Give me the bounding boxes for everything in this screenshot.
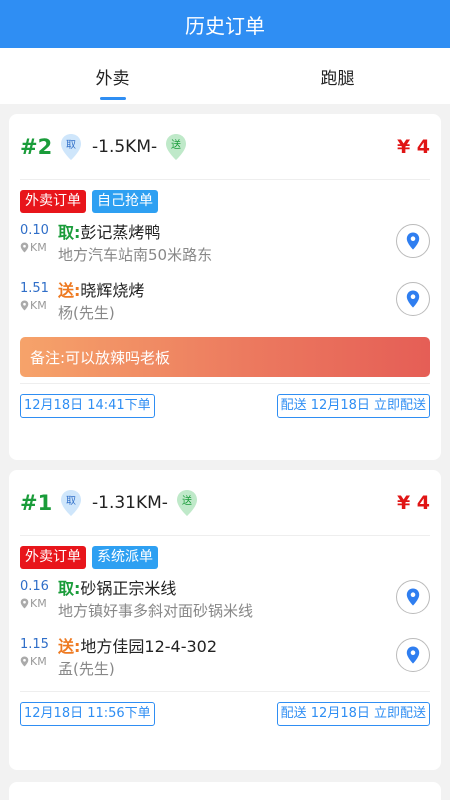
pickup-address: 地方汽车站南50米路东 [58, 246, 213, 264]
pickup-distance: 0.16 [20, 579, 49, 594]
delivery-distance: 1.51 [20, 281, 49, 296]
delivery-navigate-button[interactable] [396, 638, 430, 672]
location-pin-icon [406, 646, 420, 664]
delivery-time-chip: 配送 12月18日 立即配送 [276, 393, 430, 418]
pickup-row: 0.16 KM 取:砂锅正宗米线 地方镇好事多斜对面砂锅米线 [20, 569, 430, 627]
order-header: #1 取 -1.31KM- 送 ¥ 4 [20, 470, 430, 536]
route-distance: -1.5KM- [92, 136, 158, 157]
location-pin-icon [406, 290, 420, 308]
location-small-icon [20, 598, 29, 609]
tab-errand[interactable]: 跑腿 [225, 48, 450, 104]
order-time-chip: 12月18日 11:56下单 [20, 701, 155, 726]
order-footer: 12月18日 14:41下单 配送 12月18日 立即配送 [20, 383, 430, 427]
svg-text:送: 送 [171, 138, 181, 151]
delivery-tag: 送: [58, 637, 81, 656]
delivery-tag: 送: [58, 281, 81, 300]
delivery-pin-icon: 送 [176, 489, 197, 516]
pickup-navigate-button[interactable] [396, 580, 430, 614]
pickup-row: 0.10 KM 取:彭记蒸烤鸭 地方汽车站南50米路东 [20, 213, 430, 271]
order-card[interactable]: #2 取 -1.5KM- 送 ¥ 4 外卖订单 自己抢单 0.10 KM 取:彭… [9, 114, 441, 460]
order-footer: 12月18日 11:56下单 配送 12月18日 立即配送 [20, 691, 430, 735]
order-card-partial[interactable] [9, 782, 441, 800]
delivery-distance: 1.15 [20, 637, 49, 652]
delivery-row: 1.51 KM 送:晓辉烧烤 杨(先生) [20, 271, 430, 329]
delivery-name: 晓辉烧烤 [80, 281, 145, 300]
location-pin-icon [406, 232, 420, 250]
tab-bar: 外卖 跑腿 [0, 48, 450, 104]
dispatch-type-badge: 系统派单 [92, 546, 158, 569]
order-time-chip: 12月18日 14:41下单 [20, 393, 155, 418]
dispatch-type-badge: 自己抢单 [92, 190, 158, 213]
delivery-row: 1.15 KM 送:地方佳园12-4-302 孟(先生) [20, 627, 430, 685]
pickup-navigate-button[interactable] [396, 224, 430, 258]
order-header: #2 取 -1.5KM- 送 ¥ 4 [20, 114, 430, 180]
delivery-contact: 孟(先生) [58, 660, 115, 678]
order-price: ¥ 4 [396, 491, 430, 514]
delivery-navigate-button[interactable] [396, 282, 430, 316]
location-small-icon [20, 242, 29, 253]
km-unit: KM [30, 241, 47, 254]
order-card[interactable]: #1 取 -1.31KM- 送 ¥ 4 外卖订单 系统派单 0.16 KM 取:… [9, 470, 441, 770]
pickup-distance: 0.10 [20, 223, 49, 238]
delivery-contact: 杨(先生) [58, 304, 115, 322]
svg-text:取: 取 [66, 495, 76, 507]
km-unit: KM [30, 299, 47, 312]
order-type-badge: 外卖订单 [20, 190, 86, 213]
order-number: #2 [20, 134, 53, 159]
pickup-tag: 取: [58, 579, 81, 598]
route-distance: -1.31KM- [92, 492, 168, 513]
order-number: #1 [20, 490, 53, 515]
delivery-name: 地方佳园12-4-302 [80, 637, 218, 656]
location-small-icon [20, 656, 29, 667]
order-badges: 外卖订单 系统派单 [20, 536, 430, 569]
pickup-name: 砂锅正宗米线 [80, 579, 177, 598]
svg-text:送: 送 [182, 494, 192, 507]
location-small-icon [20, 300, 29, 311]
delivery-pin-icon: 送 [166, 133, 187, 160]
page-title: 历史订单 [0, 0, 450, 48]
location-pin-icon [406, 588, 420, 606]
km-unit: KM [30, 655, 47, 668]
order-note: 备注:可以放辣吗老板 [20, 337, 430, 377]
pickup-name: 彭记蒸烤鸭 [80, 223, 161, 242]
pickup-address: 地方镇好事多斜对面砂锅米线 [58, 602, 254, 620]
km-unit: KM [30, 597, 47, 610]
order-badges: 外卖订单 自己抢单 [20, 180, 430, 213]
order-type-badge: 外卖订单 [20, 546, 86, 569]
tab-takeout[interactable]: 外卖 [0, 48, 225, 104]
pickup-pin-icon: 取 [61, 133, 81, 160]
pickup-pin-icon: 取 [61, 489, 81, 516]
pickup-tag: 取: [58, 223, 81, 242]
order-price: ¥ 4 [396, 135, 430, 158]
delivery-time-chip: 配送 12月18日 立即配送 [276, 701, 430, 726]
svg-text:取: 取 [66, 139, 76, 151]
